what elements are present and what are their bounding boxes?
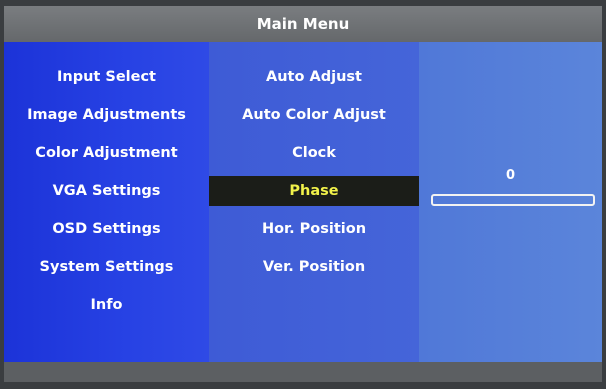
submenu-item-ver-position[interactable]: Ver. Position <box>209 254 419 280</box>
phase-value: 0 <box>505 168 516 183</box>
menu-item-color-adjustment[interactable]: Color Adjustment <box>4 140 209 166</box>
value-column: 0 <box>419 42 602 362</box>
submenu-item-clock[interactable]: Clock <box>209 140 419 166</box>
menu-item-system-settings[interactable]: System Settings <box>4 254 209 280</box>
menu-item-vga-settings[interactable]: VGA Settings <box>4 178 209 204</box>
osd-window: Main Menu Input Select Image Adjustments… <box>4 6 602 382</box>
submenu-item-auto-color-adjust[interactable]: Auto Color Adjust <box>209 102 419 128</box>
menu-item-info[interactable]: Info <box>4 292 209 318</box>
submenu-item-hor-position[interactable]: Hor. Position <box>209 216 419 242</box>
menu-item-input-select[interactable]: Input Select <box>4 64 209 90</box>
submenu-column: Auto Adjust Auto Color Adjust Clock Phas… <box>209 42 419 362</box>
main-menu-column: Input Select Image Adjustments Color Adj… <box>4 42 209 362</box>
phase-slider[interactable] <box>431 194 595 206</box>
submenu-item-phase[interactable]: Phase <box>209 176 419 206</box>
menu-item-image-adjustments[interactable]: Image Adjustments <box>4 102 209 128</box>
menu-item-osd-settings[interactable]: OSD Settings <box>4 216 209 242</box>
monitor-screen: Main Menu Input Select Image Adjustments… <box>0 0 606 389</box>
osd-title: Main Menu <box>4 6 602 42</box>
submenu-item-auto-adjust[interactable]: Auto Adjust <box>209 64 419 90</box>
osd-footer <box>4 362 602 382</box>
